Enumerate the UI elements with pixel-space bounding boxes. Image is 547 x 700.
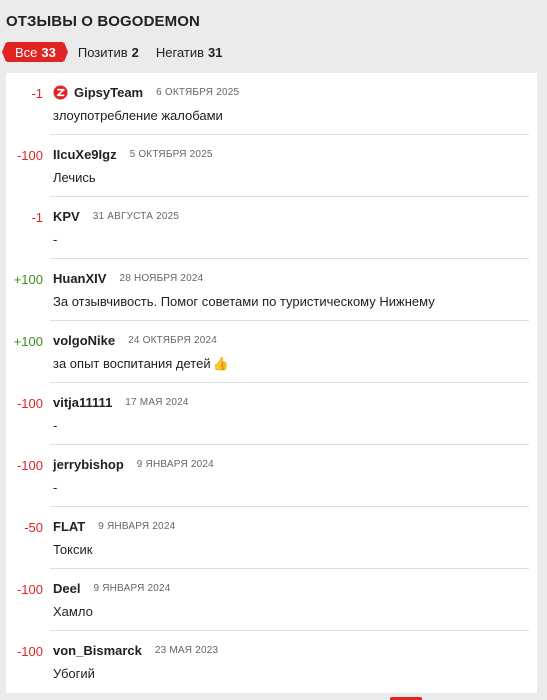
- review-author-link[interactable]: vitja11111: [53, 395, 112, 410]
- review-date: 5 ОКТЯБРЯ 2025: [129, 149, 213, 160]
- reviews-list: -1 GipsyTeam 6 ОКТЯБРЯ 2025 злоупотребле…: [6, 73, 537, 692]
- review-date: 9 ЯНВАРЯ 2024: [93, 583, 171, 594]
- review-text: Лечись: [53, 170, 96, 185]
- review-item: -100 Deel 9 ЯНВАРЯ 2024 Хамло: [17, 569, 529, 631]
- review-date: 6 ОКТЯБРЯ 2025: [156, 87, 240, 98]
- review-text: -: [53, 480, 58, 495]
- review-date: 31 АВГУСТА 2025: [92, 211, 180, 222]
- tab-positive[interactable]: Позитив 2: [78, 45, 139, 60]
- review-date: 28 НОЯБРЯ 2024: [119, 273, 204, 284]
- review-filter-tabs: Все 33 Позитив 2 Негатив 31: [2, 42, 240, 62]
- review-date: 9 ЯНВАРЯ 2024: [136, 459, 214, 470]
- review-score: -50: [24, 520, 43, 535]
- review-score: -1: [31, 210, 43, 225]
- review-author-link[interactable]: FLAT: [53, 519, 85, 534]
- review-item: -1 GipsyTeam 6 ОКТЯБРЯ 2025 злоупотребле…: [31, 73, 529, 135]
- review-text-container: за опыт воспитания детей 👍: [53, 356, 229, 372]
- review-header: jerrybishop 9 ЯНВАРЯ 2024: [53, 457, 214, 472]
- review-author-link[interactable]: volgoNike: [53, 333, 115, 348]
- review-author-link[interactable]: GipsyTeam: [74, 85, 143, 100]
- review-text: Хамло: [53, 604, 93, 619]
- review-author-link[interactable]: von_Bismarck: [53, 643, 142, 658]
- review-author-link[interactable]: HuanXIV: [53, 271, 106, 286]
- review-header: HuanXIV 28 НОЯБРЯ 2024: [53, 271, 203, 286]
- review-author-link[interactable]: jerrybishop: [53, 457, 124, 472]
- review-date: 9 ЯНВАРЯ 2024: [98, 521, 176, 532]
- tab-label: Негатив: [155, 44, 205, 60]
- review-header: IIcuXe9Igz 5 ОКТЯБРЯ 2025: [53, 147, 213, 162]
- review-header: GipsyTeam 6 ОКТЯБРЯ 2025: [53, 85, 239, 100]
- tab-all[interactable]: Все 33: [2, 42, 68, 62]
- review-header: von_Bismarck 23 МАЯ 2023: [53, 643, 218, 658]
- review-header: Deel 9 ЯНВАРЯ 2024: [53, 581, 171, 596]
- thumbs-up-icon: 👍: [212, 356, 229, 371]
- tab-label: Все: [15, 44, 38, 60]
- tab-count: 2: [131, 44, 139, 60]
- review-text: -: [53, 418, 58, 433]
- review-item: -100 IIcuXe9Igz 5 ОКТЯБРЯ 2025 Лечись: [17, 135, 529, 197]
- review-author-link[interactable]: KPV: [53, 209, 80, 224]
- tab-count: 31: [208, 44, 223, 60]
- review-author-link[interactable]: IIcuXe9Igz: [53, 147, 117, 162]
- tab-negative[interactable]: Негатив 31: [156, 45, 223, 60]
- review-score: -100: [16, 582, 43, 597]
- review-score: -100: [16, 458, 43, 473]
- review-item: -100 von_Bismarck 23 МАЯ 2023 Убогий: [17, 631, 529, 692]
- review-text: -: [53, 232, 58, 247]
- review-item: -50 FLAT 9 ЯНВАРЯ 2024 Токсик: [24, 507, 529, 569]
- review-item: +100 HuanXIV 28 НОЯБРЯ 2024 За отзывчиво…: [14, 259, 529, 321]
- review-score: -100: [16, 148, 43, 163]
- review-author-link[interactable]: Deel: [53, 581, 80, 596]
- review-header: FLAT 9 ЯНВАРЯ 2024: [53, 519, 175, 534]
- review-item: -1 KPV 31 АВГУСТА 2025 -: [31, 197, 529, 259]
- review-score: +100: [13, 334, 43, 349]
- review-text: злоупотребление жалобами: [53, 108, 223, 123]
- tab-count: 33: [41, 44, 56, 60]
- gipsyteam-logo-icon: [53, 85, 68, 100]
- review-item: +100 volgoNike 24 ОКТЯБРЯ 2024 за опыт в…: [14, 321, 529, 383]
- review-date: 24 ОКТЯБРЯ 2024: [128, 335, 217, 346]
- review-date: 17 МАЯ 2024: [125, 397, 189, 408]
- review-text: за опыт воспитания детей: [53, 356, 211, 371]
- review-score: +100: [13, 272, 43, 287]
- page-title: ОТЗЫВЫ О BOGODEMON: [6, 13, 200, 30]
- review-date: 23 МАЯ 2023: [154, 645, 219, 656]
- review-header: volgoNike 24 ОКТЯБРЯ 2024: [53, 333, 217, 348]
- review-text: За отзывчивость. Помог советами по турис…: [53, 294, 435, 309]
- review-header: vitja11111 17 МАЯ 2024: [53, 395, 189, 410]
- tab-label: Позитив: [77, 44, 128, 60]
- review-header: KPV 31 АВГУСТА 2025: [53, 209, 179, 224]
- review-score: -100: [16, 396, 43, 411]
- review-score: -1: [31, 86, 43, 101]
- review-text: Токсик: [53, 542, 93, 557]
- review-item: -100 jerrybishop 9 ЯНВАРЯ 2024 -: [17, 445, 529, 507]
- review-item: -100 vitja11111 17 МАЯ 2024 -: [17, 383, 529, 445]
- review-score: -100: [16, 644, 43, 659]
- reviews-panel: -1 GipsyTeam 6 ОКТЯБРЯ 2025 злоупотребле…: [6, 73, 537, 693]
- review-text: Убогий: [53, 666, 95, 681]
